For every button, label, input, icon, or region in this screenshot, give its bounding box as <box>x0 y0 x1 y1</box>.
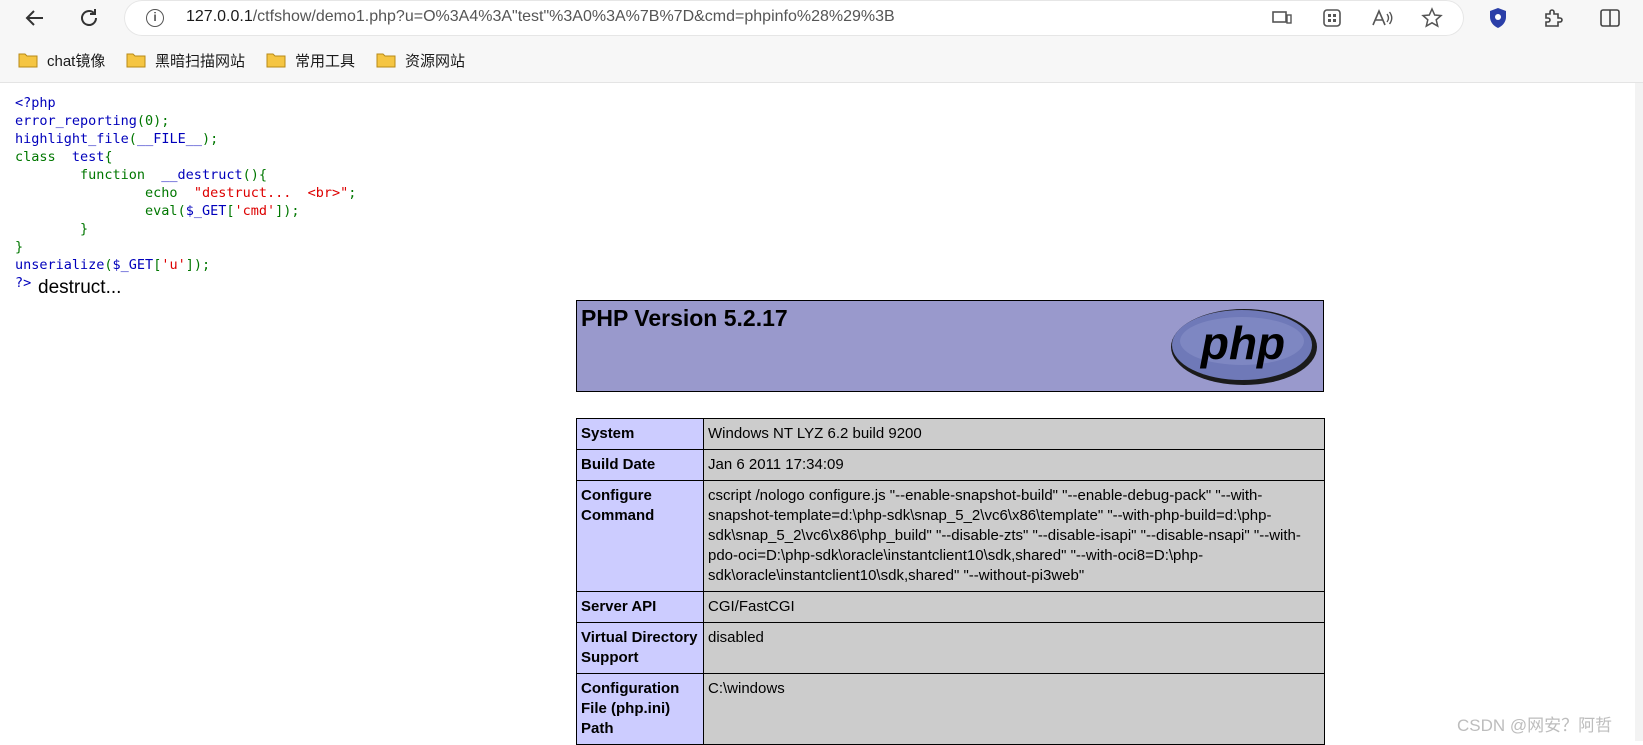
php-version-title: PHP Version 5.2.17 <box>581 305 788 331</box>
code-line: highlight_file(__FILE__); <box>15 131 219 147</box>
bookmark-dark-scan[interactable]: 黑暗扫描网站 <box>126 50 245 70</box>
site-info-icon[interactable]: i <box>146 9 164 27</box>
phpinfo-table: System Windows NT LYZ 6.2 build 9200 Bui… <box>576 418 1325 745</box>
url-path: /ctfshow/demo1.php?u=O%3A4%3A"test"%3A0%… <box>252 8 895 25</box>
row-value: disabled <box>703 622 1325 674</box>
row-label: Configure Command <box>576 480 704 592</box>
table-row: Virtual Directory Support disabled <box>576 622 1325 674</box>
folder-icon <box>18 53 38 68</box>
row-value: Jan 6 2011 17:34:09 <box>703 449 1325 481</box>
bookmark-chat-mirror[interactable]: chat镜像 <box>18 50 105 70</box>
folder-icon <box>126 53 146 68</box>
code-line: class test{ <box>15 149 113 165</box>
extensions-puzzle-icon[interactable] <box>1541 6 1565 30</box>
refresh-icon <box>81 9 97 26</box>
row-label: Build Date <box>576 449 704 481</box>
folder-icon <box>266 53 286 68</box>
bookmarks-bar: chat镜像 黑暗扫描网站 常用工具 资源网站 <box>0 36 1643 83</box>
url-host: 127.0.0.1 <box>186 8 253 25</box>
page-scrollbar[interactable] <box>1635 83 1643 741</box>
url-text[interactable]: 127.0.0.1/ctfshow/demo1.php?u=O%3A4%3A"t… <box>186 8 895 26</box>
refresh-button[interactable] <box>74 4 104 32</box>
row-value: C:\windows <box>703 673 1325 745</box>
folder-icon <box>376 53 396 68</box>
row-value: cscript /nologo configure.js "--enable-s… <box>703 480 1325 592</box>
apps-grid-icon[interactable] <box>1320 6 1344 30</box>
php-logo-text: php <box>1199 317 1285 369</box>
bookmark-label: 黑暗扫描网站 <box>155 52 246 70</box>
code-line: error_reporting(0); <box>15 113 170 129</box>
row-label: Configuration File (php.ini) Path <box>576 673 704 745</box>
bookmark-label: chat镜像 <box>47 52 106 70</box>
read-aloud-icon[interactable] <box>1370 6 1394 30</box>
back-arrow-icon <box>25 10 43 26</box>
php-logo: php <box>1171 309 1317 385</box>
favorite-star-icon[interactable] <box>1420 6 1444 30</box>
row-label: Virtual Directory Support <box>576 622 704 674</box>
bookmark-resources[interactable]: 资源网站 <box>376 50 465 70</box>
back-button[interactable] <box>20 4 50 32</box>
table-row: Server API CGI/FastCGI <box>576 591 1325 623</box>
code-line: echo "destruct... <br>"; <box>15 185 357 201</box>
code-line: ?> <box>15 275 32 291</box>
code-line: } <box>15 239 24 255</box>
table-row: Configuration File (php.ini) Path C:\win… <box>576 673 1325 745</box>
code-line: eval($_GET['cmd']); <box>15 203 300 219</box>
browser-toolbar: i 127.0.0.1/ctfshow/demo1.php?u=O%3A4%3A… <box>0 0 1643 36</box>
bookmark-common-tools[interactable]: 常用工具 <box>266 50 355 70</box>
address-bar[interactable]: i 127.0.0.1/ctfshow/demo1.php?u=O%3A4%3A… <box>124 0 1464 36</box>
code-line: <?php <box>15 95 56 111</box>
script-output: destruct... <box>38 277 122 298</box>
code-line: function __destruct(){ <box>15 167 267 183</box>
code-line: } <box>15 221 89 237</box>
split-screen-icon[interactable] <box>1598 6 1622 30</box>
device-icon[interactable] <box>1270 6 1294 30</box>
table-row: Build Date Jan 6 2011 17:34:09 <box>576 449 1325 481</box>
bookmark-label: 常用工具 <box>295 52 356 70</box>
table-row: Configure Command cscript /nologo config… <box>576 480 1325 592</box>
row-label: Server API <box>576 591 704 623</box>
row-label: System <box>576 418 704 450</box>
code-line: unserialize($_GET['u']); <box>15 257 211 273</box>
row-value: CGI/FastCGI <box>703 591 1325 623</box>
table-row: System Windows NT LYZ 6.2 build 9200 <box>576 418 1325 450</box>
php-source-code: <?php error_reporting(0); highlight_file… <box>15 94 356 292</box>
shield-extension-icon[interactable] <box>1486 6 1510 30</box>
phpinfo-header: PHP Version 5.2.17 php <box>576 300 1324 392</box>
watermark: CSDN @网安？阿哲 <box>1457 716 1613 735</box>
row-value: Windows NT LYZ 6.2 build 9200 <box>703 418 1325 450</box>
bookmark-label: 资源网站 <box>405 52 466 70</box>
